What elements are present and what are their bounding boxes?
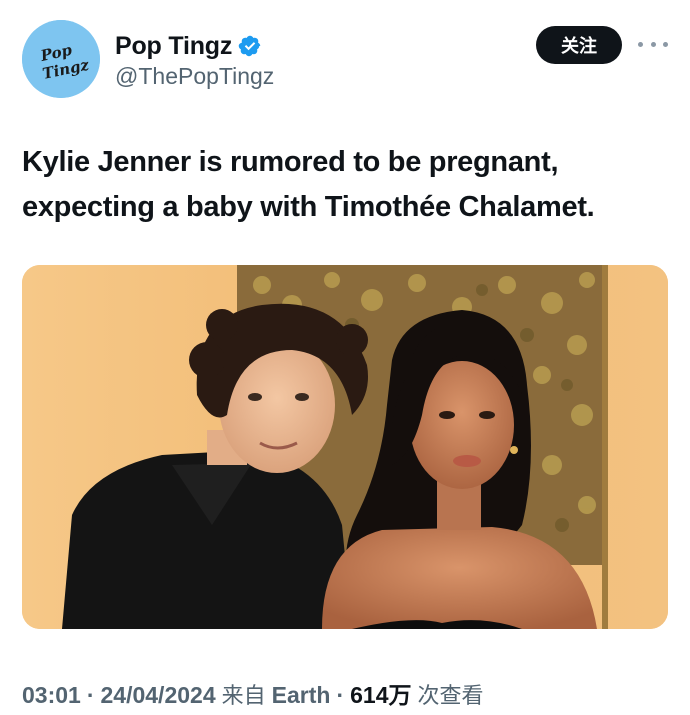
photo-illustration (22, 265, 668, 629)
tweet-date[interactable]: 24/04/2024 (101, 682, 216, 709)
source-prefix: 来自 (221, 684, 266, 709)
more-dot (650, 41, 656, 47)
tweet-meta: 03:01 · 24/04/2024 来自 Earth · 614万 次查看 (22, 676, 484, 710)
tweet-time[interactable]: 03:01 (22, 682, 81, 709)
meta-separator: · (336, 682, 345, 708)
meta-separator: · (86, 682, 95, 708)
avatar[interactable]: Pop Tingz (22, 20, 100, 98)
follow-button[interactable]: 关注 (536, 26, 622, 64)
author-name-row[interactable]: Pop Tingz (115, 30, 262, 62)
views-count[interactable]: 614万 (350, 676, 411, 710)
tweet-photo[interactable] (22, 265, 668, 629)
avatar-logo: Pop Tingz (22, 20, 100, 98)
author-handle[interactable]: @ThePopTingz (115, 63, 274, 90)
more-icon[interactable] (638, 32, 668, 56)
source-label[interactable]: Earth (272, 682, 331, 709)
verified-badge-icon (238, 35, 261, 57)
more-dot (638, 41, 643, 47)
views-label[interactable]: 次查看 (417, 678, 483, 710)
tweet-text: Kylie Jenner is rumored to be pregnant, … (22, 146, 595, 223)
more-dot (663, 41, 668, 47)
display-name[interactable]: Pop Tingz (115, 32, 232, 61)
